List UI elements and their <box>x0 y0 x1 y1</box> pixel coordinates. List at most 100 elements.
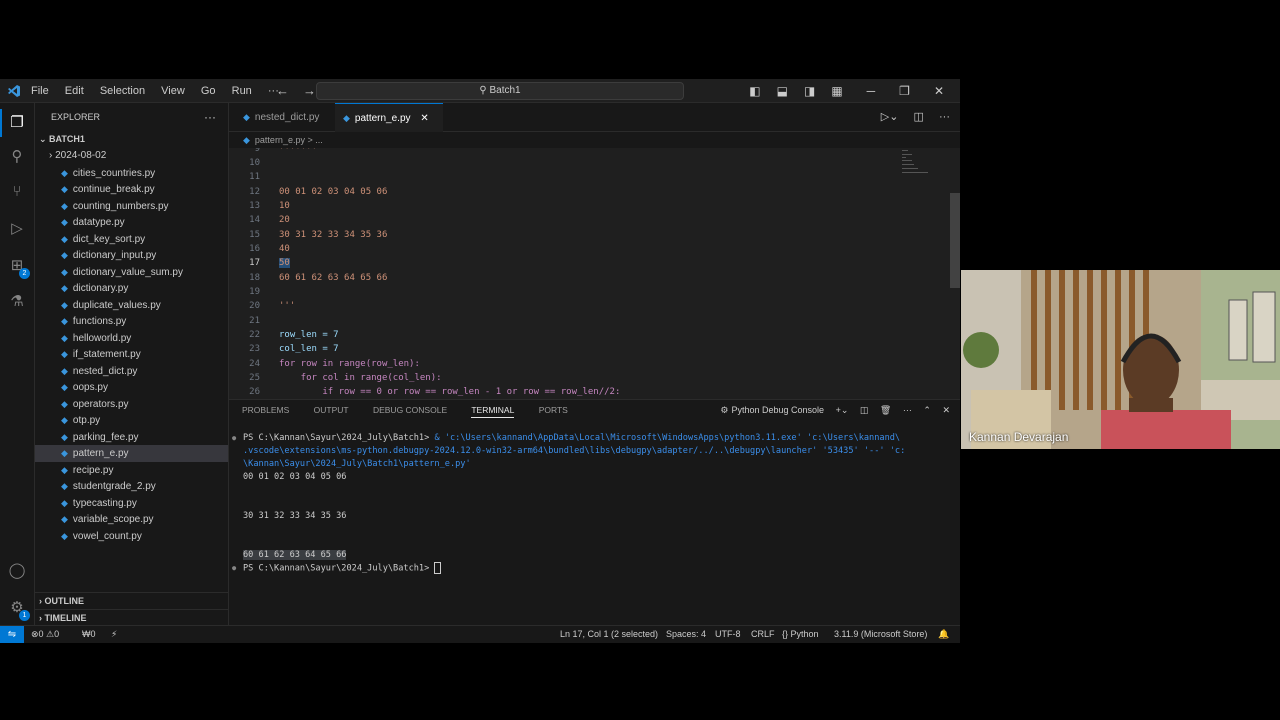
file-item[interactable]: ◆ datatype.py <box>35 214 228 231</box>
back-arrow-icon[interactable]: ← <box>276 83 289 98</box>
terminal-output[interactable]: ● PS C:\Kannan\Sayur\2024_July\Batch1> & … <box>232 432 946 575</box>
file-item[interactable]: ◆ vowel_count.py <box>35 528 228 545</box>
file-item[interactable]: ◆ pattern_e.py <box>35 445 228 462</box>
python-file-icon: ◆ <box>61 217 68 227</box>
explorer-header: EXPLORER ··· <box>35 103 228 131</box>
file-item[interactable]: ◆ functions.py <box>35 313 228 330</box>
minimize-icon[interactable]: ─ <box>867 84 876 98</box>
accounts-icon[interactable]: ◯ <box>7 561 27 581</box>
python-file-icon: ◆ <box>61 250 68 260</box>
menu-edit[interactable]: Edit <box>65 85 84 97</box>
maximize-panel-icon[interactable]: ⌃ <box>923 405 931 415</box>
ports-status[interactable]: ₩0 <box>82 626 96 643</box>
file-item[interactable]: ◆ helloworld.py <box>35 330 228 347</box>
python-file-icon: ◆ <box>61 448 68 458</box>
file-item[interactable]: ◆ nested_dict.py <box>35 363 228 380</box>
split-editor-icon[interactable]: ◫ <box>914 111 924 123</box>
close-window-icon[interactable]: ✕ <box>934 84 944 98</box>
toggle-panel-icon[interactable]: ⬓ <box>777 84 788 98</box>
editor-more-icon[interactable]: ··· <box>939 111 950 123</box>
panel-tab-problems[interactable]: PROBLEMS <box>242 405 289 415</box>
file-item[interactable]: ◆ if_statement.py <box>35 346 228 363</box>
tab-pattern-e[interactable]: ◆ pattern_e.py ✕ <box>335 103 443 132</box>
menu-file[interactable]: File <box>31 85 49 97</box>
eol-status[interactable]: CRLF <box>751 626 775 643</box>
file-item[interactable]: ◆ continue_break.py <box>35 181 228 198</box>
timeline-section[interactable]: › TIMELINE <box>35 609 232 626</box>
minimap[interactable] <box>898 148 934 178</box>
terminal-cursor <box>434 562 442 574</box>
outline-section[interactable]: › OUTLINE <box>35 592 232 609</box>
debug-status-icon[interactable]: ⚡ <box>111 626 117 643</box>
file-item[interactable]: ◆ recipe.py <box>35 462 228 479</box>
command-center[interactable]: ⚲ Batch1 <box>316 82 684 100</box>
testing-icon[interactable]: ⚗ <box>7 292 27 312</box>
menu-selection[interactable]: Selection <box>100 85 145 97</box>
file-item[interactable]: ◆ parking_fee.py <box>35 429 228 446</box>
menu-go[interactable]: Go <box>201 85 216 97</box>
window-controls: ◧ ⬓ ◨ ▦ ─ ❐ ✕ <box>749 79 960 102</box>
line-number: 23 <box>249 344 260 354</box>
panel-tab-ports[interactable]: PORTS <box>539 405 568 415</box>
file-item[interactable]: ◆ typecasting.py <box>35 495 228 512</box>
editor-scrollbar[interactable] <box>950 193 960 288</box>
manage-gear-icon[interactable]: ⚙ 1 <box>7 598 30 621</box>
file-item[interactable]: ◆ oops.py <box>35 379 228 396</box>
file-item[interactable]: ◆ duplicate_values.py <box>35 297 228 314</box>
close-tab-icon[interactable]: ✕ <box>420 113 428 124</box>
interpreter-status[interactable]: 3.11.9 (Microsoft Store) <box>834 626 927 643</box>
file-item[interactable]: ◆ studentgrade_2.py <box>35 478 228 495</box>
file-item[interactable]: ◆ dictionary_value_sum.py <box>35 264 228 281</box>
line-number: 20 <box>249 301 260 311</box>
restore-icon[interactable]: ❐ <box>899 84 910 98</box>
tab-nested-dict[interactable]: ◆ nested_dict.py <box>237 103 341 131</box>
terminal-name[interactable]: Python Debug Console <box>732 405 825 415</box>
file-item[interactable]: ◆ dictionary.py <box>35 280 228 297</box>
search-view-icon[interactable]: ⚲ <box>7 147 27 167</box>
extensions-icon[interactable]: ⊞ 2 <box>7 256 30 279</box>
folder-2024-08-02[interactable]: › 2024-08-02 <box>35 148 228 165</box>
new-terminal-icon[interactable]: +⌄ <box>836 405 849 415</box>
cursor-position[interactable]: Ln 17, Col 1 (2 selected) <box>560 626 658 643</box>
line-number: 18 <box>249 273 260 283</box>
python-file-icon: ◆ <box>61 365 68 376</box>
file-item[interactable]: ◆ variable_scope.py <box>35 511 228 528</box>
remote-indicator-icon[interactable]: ⇋ <box>0 626 24 643</box>
python-file-icon: ◆ <box>61 514 68 524</box>
file-item[interactable]: ◆ operators.py <box>35 396 228 413</box>
encoding-status[interactable]: UTF-8 <box>715 626 741 643</box>
close-panel-icon[interactable]: ✕ <box>942 405 950 415</box>
forward-arrow-icon[interactable]: → <box>303 83 316 98</box>
file-item[interactable]: ◆ dictionary_input.py <box>35 247 228 264</box>
python-file-icon: ◆ <box>61 167 68 178</box>
indentation-status[interactable]: Spaces: 4 <box>666 626 706 643</box>
language-status[interactable]: {} Python <box>782 626 819 643</box>
split-terminal-icon[interactable]: ◫ <box>860 405 869 415</box>
toggle-secondary-sidebar-icon[interactable]: ◨ <box>804 84 815 98</box>
problems-status[interactable]: ⊗0 ⚠0 <box>31 626 59 643</box>
breadcrumb[interactable]: ◆ pattern_e.py > ... <box>229 132 323 148</box>
explorer-more-icon[interactable]: ··· <box>204 103 216 131</box>
file-item[interactable]: ◆ dict_key_sort.py <box>35 231 228 248</box>
panel-tab-debug-console[interactable]: DEBUG CONSOLE <box>373 405 447 415</box>
file-item[interactable]: ◆ cities_countries.py <box>35 165 228 182</box>
file-item[interactable]: ◆ counting_numbers.py <box>35 198 228 215</box>
kill-terminal-icon[interactable]: 🗑 <box>880 405 891 415</box>
terminal-prompt: PS C:\Kannan\Sayur\2024_July\Batch1> <box>243 563 430 574</box>
panel-more-icon[interactable]: ··· <box>903 405 912 415</box>
notifications-bell-icon[interactable]: 🔔 <box>938 626 949 643</box>
menu-view[interactable]: View <box>161 85 185 97</box>
explorer-icon[interactable]: ❐ <box>0 109 27 137</box>
panel-tab-terminal[interactable]: TERMINAL <box>471 405 515 418</box>
run-debug-dropdown-icon[interactable]: ▷⌄ <box>881 111 899 123</box>
toggle-sidebar-icon[interactable]: ◧ <box>749 84 760 98</box>
code-editor[interactable]: 9 ******* 10 11 12 00 01 02 03 04 05 06 13… <box>229 148 960 399</box>
menu-run[interactable]: Run <box>232 85 252 97</box>
run-debug-icon[interactable]: ▷ <box>7 219 27 239</box>
source-control-icon[interactable]: ⑂ <box>7 183 27 203</box>
panel-tab-output[interactable]: OUTPUT <box>314 405 349 415</box>
status-bar: ⇋ ⊗0 ⚠0 ₩0 ⚡ Ln 17, Col 1 (2 selected) S… <box>0 625 960 643</box>
file-item[interactable]: ◆ otp.py <box>35 412 228 429</box>
customize-layout-icon[interactable]: ▦ <box>831 84 842 98</box>
workspace-root[interactable]: ⌄ BATCH1 <box>35 131 228 148</box>
